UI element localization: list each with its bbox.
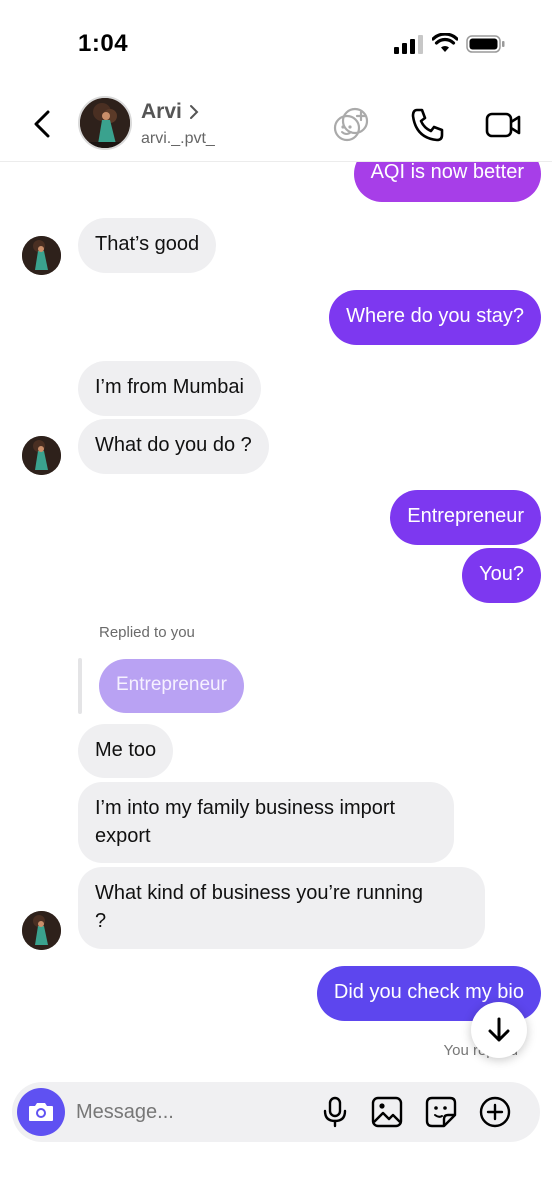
avatar-photo-icon	[22, 911, 61, 950]
sticker-icon[interactable]	[424, 1095, 458, 1129]
avatar-photo-icon	[22, 436, 61, 475]
message-incoming[interactable]: What do you do ?	[78, 419, 269, 474]
message-incoming[interactable]: That’s good	[78, 218, 217, 273]
sender-avatar[interactable]	[22, 436, 61, 475]
message-outgoing[interactable]: AQI is now better	[353, 162, 541, 202]
message-outgoing[interactable]: Where do you stay?	[329, 290, 541, 345]
message-text: ?	[95, 910, 107, 932]
chat-header: Arvi arvi._.pvt_	[0, 90, 552, 162]
message-outgoing[interactable]: You?	[462, 548, 541, 603]
microphone-icon[interactable]	[318, 1095, 352, 1129]
message-input[interactable]	[76, 1097, 316, 1127]
arrow-down-icon	[488, 1017, 510, 1042]
message-text: You?	[479, 563, 524, 585]
status-time: 1:04	[78, 30, 129, 57]
message-outgoing[interactable]: Entrepreneur	[390, 490, 541, 545]
message-list[interactable]: AQI is now better That’s good Where do y…	[0, 162, 552, 1082]
sender-avatar[interactable]	[22, 911, 61, 950]
message-incoming[interactable]: I’m into my family business import expor…	[78, 782, 454, 863]
message-incoming[interactable]: I’m from Mumbai	[78, 361, 261, 416]
contact-name-row[interactable]: Arvi	[141, 100, 200, 124]
gallery-icon[interactable]	[370, 1095, 404, 1129]
add-circle-icon[interactable]	[478, 1095, 512, 1129]
back-arrow-icon[interactable]	[28, 106, 58, 142]
message-text: I’m into my family business import	[95, 797, 396, 819]
message-composer	[12, 1082, 540, 1142]
message-text: I’m from Mumbai	[95, 376, 244, 398]
cellular-signal-icon	[394, 35, 423, 54]
message-incoming[interactable]: Me too	[78, 724, 174, 778]
message-text: That’s good	[95, 233, 200, 255]
contact-handle: arvi._.pvt_	[141, 130, 215, 147]
contact-name: Arvi	[141, 100, 182, 123]
status-bar: 1:04	[0, 0, 552, 90]
message-text: export	[95, 825, 151, 847]
message-text: AQI is now better	[370, 162, 524, 183]
add-effects-icon[interactable]	[332, 106, 370, 144]
phone-call-icon[interactable]	[408, 106, 446, 144]
avatar-photo-icon	[22, 236, 61, 275]
video-call-icon[interactable]	[484, 106, 522, 144]
avatar-photo-icon	[80, 98, 130, 148]
replied-to-you-label: Replied to you	[99, 624, 195, 641]
message-text: Where do you stay?	[346, 305, 524, 327]
reply-quote-bubble[interactable]: Entrepreneur	[99, 659, 244, 713]
message-text: Entrepreneur	[116, 674, 227, 695]
sender-avatar[interactable]	[22, 236, 61, 275]
camera-button[interactable]	[17, 1088, 65, 1136]
camera-icon	[29, 1103, 53, 1121]
chevron-right-icon	[189, 105, 199, 119]
message-text: What kind of business you’re running	[95, 882, 423, 904]
message-text: What do you do ?	[95, 434, 252, 456]
message-text: Entrepreneur	[407, 505, 524, 527]
scroll-to-bottom-button[interactable]	[471, 1002, 527, 1058]
message-text: Did you check my bio	[333, 981, 524, 1003]
message-incoming[interactable]: What kind of business you’re running ?	[78, 867, 485, 949]
wifi-icon	[432, 33, 458, 52]
contact-avatar[interactable]	[78, 96, 132, 150]
battery-icon	[466, 35, 505, 53]
message-text: Me too	[95, 739, 157, 761]
reply-quote-bar	[78, 658, 82, 714]
